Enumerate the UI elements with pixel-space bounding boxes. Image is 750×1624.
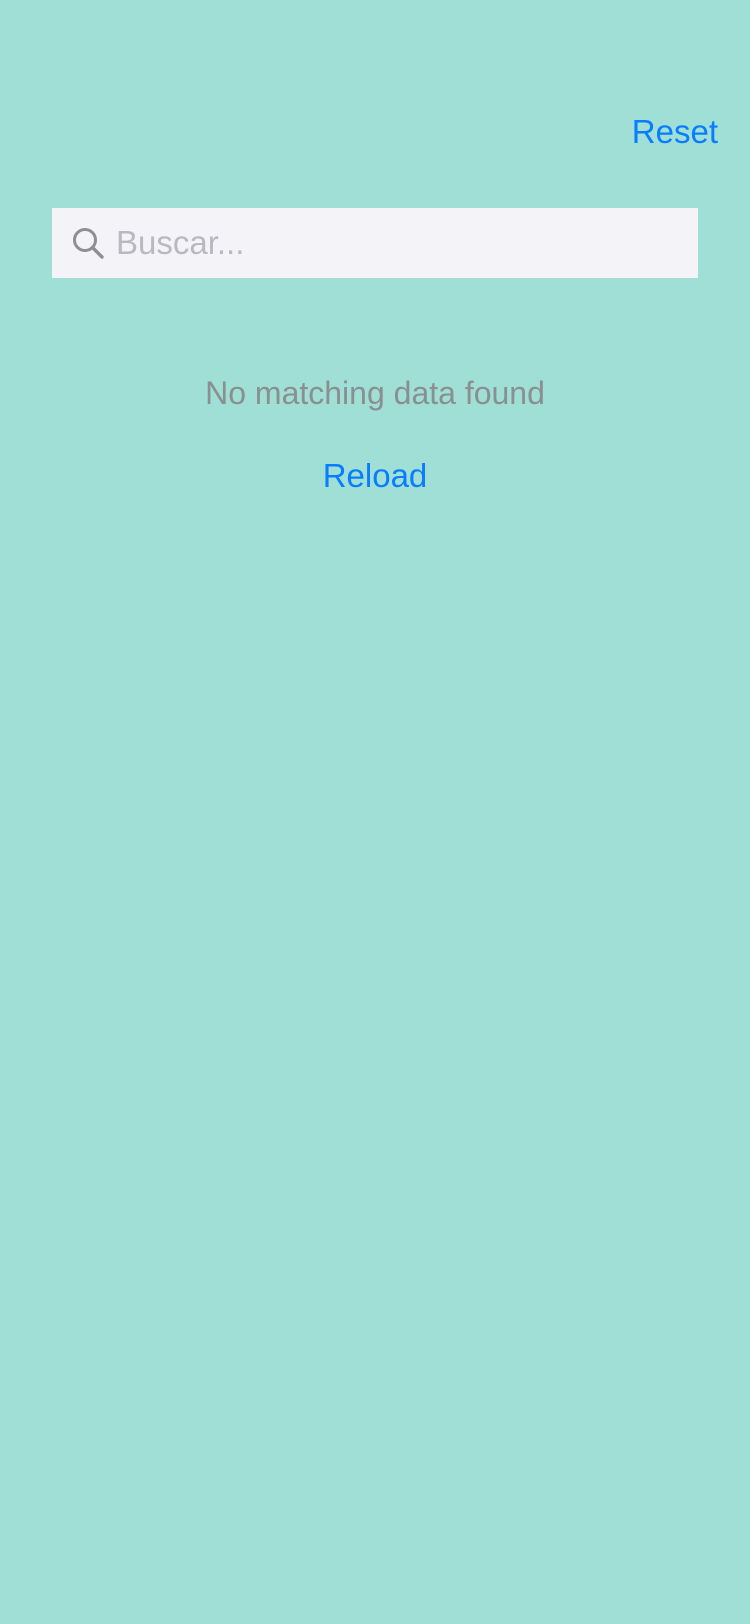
search-icon	[70, 225, 106, 261]
search-bar[interactable]	[52, 208, 698, 278]
empty-state-message: No matching data found	[205, 375, 545, 411]
reset-button[interactable]: Reset	[632, 108, 718, 156]
reload-button[interactable]: Reload	[0, 452, 750, 500]
search-input[interactable]	[116, 208, 698, 278]
